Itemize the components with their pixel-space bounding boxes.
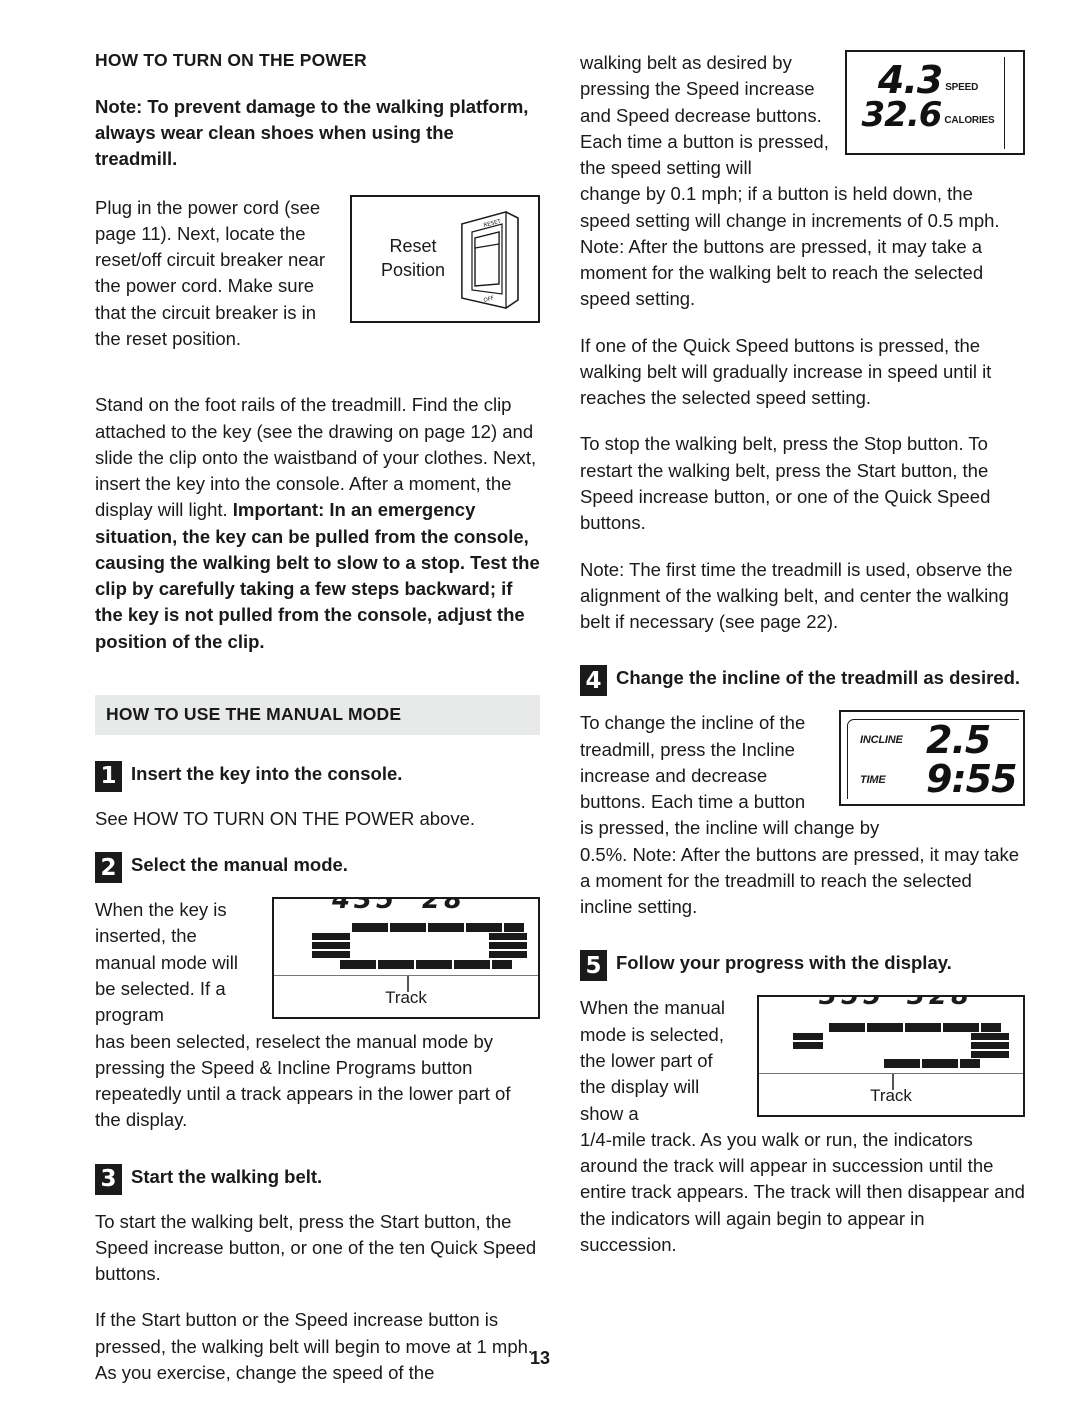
calories-label: CALORIES xyxy=(944,115,995,127)
speed-calories-display: 4.3 SPEED 32.6 CALORIES xyxy=(845,50,1025,155)
para-change-by-increments: change by 0.1 mph; if a button is held d… xyxy=(580,183,1000,310)
para-stop-walking-belt: To stop the walking belt, press the Stop… xyxy=(580,433,991,534)
step-5-body-rest: 1/4-mile track. As you walk or run, the … xyxy=(580,1128,1025,1255)
speed-label: SPEED xyxy=(945,81,979,93)
para-quick-speed-buttons: If one of the Quick Speed buttons is pre… xyxy=(580,334,992,409)
track-display-diagram-full: 4 3 5 2 8 xyxy=(272,897,540,1020)
speed-value: 4.3 xyxy=(877,58,943,102)
track-display-diagram-partial: 3 5 5 3 2 8 xyxy=(757,995,1025,1118)
step-2-number: 2 xyxy=(95,852,122,884)
step-3-body-1: To start the walking belt, press the Sta… xyxy=(95,1210,537,1285)
heading-how-to-use-manual-mode: HOW TO USE THE MANUAL MODE xyxy=(95,694,540,735)
speed-calories-inner-frame: 4.3 SPEED 32.6 CALORIES xyxy=(852,57,1005,149)
reset-label-line1: Reset xyxy=(389,236,437,257)
step-4-body-rest: 0.5%. Note: After the buttons are presse… xyxy=(580,843,1020,918)
time-label: TIME xyxy=(860,773,886,786)
left-column: HOW TO TURN ON THE POWER Note: To preven… xyxy=(95,50,540,1406)
track-figure-step-2: 4 3 5 2 8 xyxy=(272,897,540,1020)
step-2-body-rest: has been selected, reselect the manual m… xyxy=(95,1030,511,1131)
circuit-breaker-switch-icon: RESET OFF xyxy=(444,210,524,315)
step-5: 5 Follow your progress with the display. xyxy=(580,950,1025,982)
incline-time-figure: INCLINE 2.5 TIME 9:55 xyxy=(839,710,1025,807)
step-1-body: See HOW TO TURN ON THE POWER above. xyxy=(95,807,476,829)
reset-label-line2: Position xyxy=(380,259,446,280)
para-stand-on-foot-rails: Stand on the foot rails of the treadmill… xyxy=(95,392,540,655)
incline-readout-row: INCLINE 2.5 xyxy=(848,720,1019,760)
calories-value: 32.6 xyxy=(861,94,943,135)
manual-page: HOW TO TURN ON THE POWER Note: To preven… xyxy=(0,0,1080,1397)
step-3: 3 Start the walking belt. xyxy=(95,1163,540,1195)
partial-digits-strip: 4 3 5 2 8 xyxy=(274,899,538,911)
heading-how-to-turn-on-power: HOW TO TURN ON THE POWER xyxy=(95,50,367,70)
time-value: 9:55 xyxy=(926,757,1018,802)
step-2-title: Select the manual mode. xyxy=(131,854,348,876)
step-3-title: Start the walking belt. xyxy=(131,1165,323,1187)
step-1-title: Insert the key into the console. xyxy=(131,762,403,784)
time-readout-row: TIME 9:55 xyxy=(848,760,1019,800)
step-5-number: 5 xyxy=(580,950,607,982)
step-2: 2 Select the manual mode. xyxy=(95,852,540,884)
track-partial-upper: 3 5 5 3 2 8 xyxy=(759,997,1023,1075)
track-display-upper: 4 3 5 2 8 xyxy=(274,899,538,977)
right-column: 4.3 SPEED 32.6 CALORIES walking belt as … xyxy=(580,50,1025,1278)
reset-position-figure: Reset Position RESET OFF xyxy=(350,194,540,323)
track-figure-step-5: 3 5 5 3 2 8 xyxy=(757,995,1025,1118)
note-clean-shoes: Note: To prevent damage to the walking p… xyxy=(95,95,529,170)
step-1: 1 Insert the key into the console. xyxy=(95,760,540,792)
two-column-layout: HOW TO TURN ON THE POWER Note: To preven… xyxy=(95,50,1025,1406)
incline-time-inner-frame: INCLINE 2.5 TIME 9:55 xyxy=(847,719,1019,800)
step-4-number: 4 xyxy=(580,665,607,697)
step-4-title: Change the incline of the treadmill as d… xyxy=(616,667,1021,689)
step-5-title: Follow your progress with the display. xyxy=(616,952,952,974)
step-4: 4 Change the incline of the treadmill as… xyxy=(580,665,1025,697)
step-3-number: 3 xyxy=(95,1163,122,1195)
track-partial-lower: Track xyxy=(759,1074,1023,1115)
para-stand-bold-part: Important: In an emergency situation, th… xyxy=(95,499,540,652)
partial-digits-strip-2: 3 5 5 3 2 8 xyxy=(759,997,1023,1009)
reset-position-diagram: Reset Position RESET OFF xyxy=(350,194,540,323)
speed-readout-row: 4.3 SPEED xyxy=(852,58,1004,102)
incline-time-display: INCLINE 2.5 TIME 9:55 xyxy=(839,710,1025,807)
para-note-belt-alignment: Note: The first time the treadmill is us… xyxy=(580,558,1013,633)
step-3-body-2: If the Start button or the Speed increas… xyxy=(95,1309,534,1383)
incline-label: INCLINE xyxy=(860,734,903,747)
track-display-lower: Track xyxy=(274,976,538,1017)
calories-readout-row: 32.6 CALORIES xyxy=(852,94,1004,135)
incline-value: 2.5 xyxy=(926,717,991,762)
speed-calories-figure: 4.3 SPEED 32.6 CALORIES xyxy=(845,50,1025,155)
track-caption-step-5: Track xyxy=(870,1086,912,1106)
track-caption-step-2: Track xyxy=(385,988,427,1008)
step-1-number: 1 xyxy=(95,760,122,792)
page-number: 13 xyxy=(529,1348,551,1368)
